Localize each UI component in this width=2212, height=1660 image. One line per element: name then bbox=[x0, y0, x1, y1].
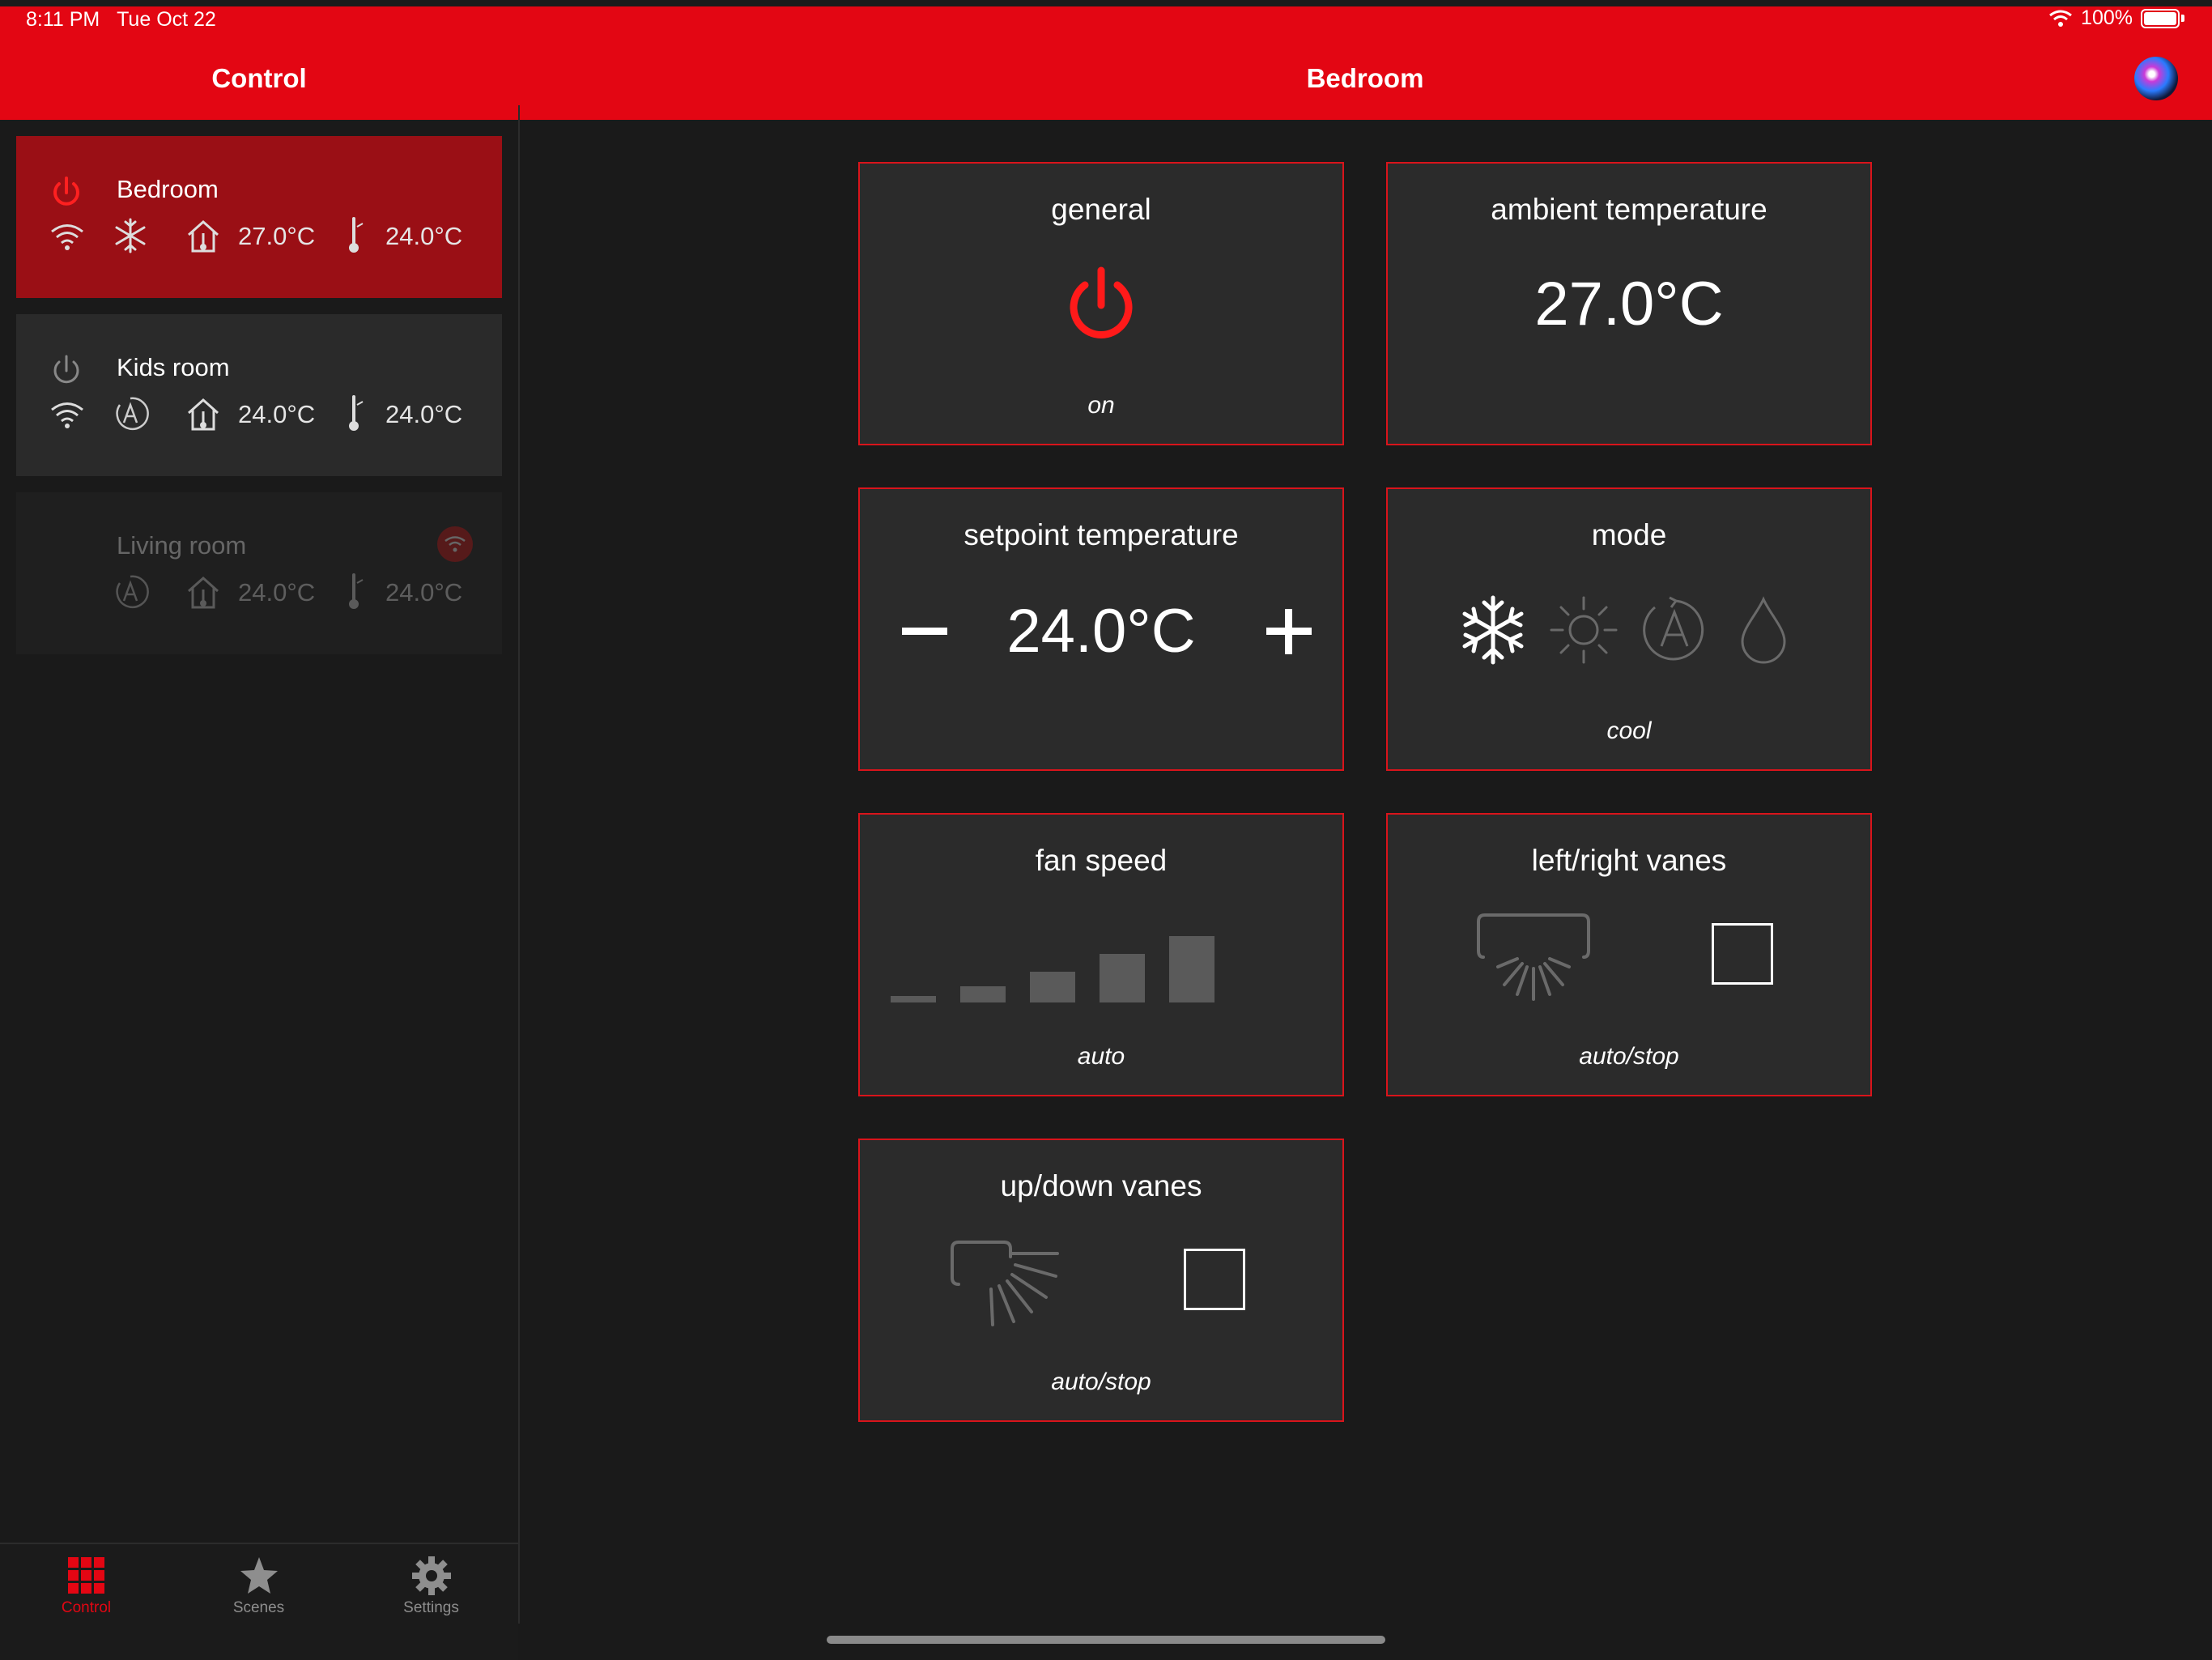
sidebar-title: Control bbox=[211, 63, 307, 93]
up-down-vanes-toggle[interactable] bbox=[1184, 1249, 1245, 1310]
card-general: general on bbox=[858, 162, 1344, 445]
home-indicator[interactable] bbox=[827, 1636, 1385, 1644]
ambient-temperature-value: 27.0°C bbox=[1534, 270, 1724, 338]
room-setpoint-temp: 24.0°C bbox=[385, 578, 463, 607]
tab-control[interactable]: Control bbox=[0, 1556, 172, 1617]
tab-bar: Control Scenes Settings bbox=[0, 1543, 518, 1660]
fan-level-5-bar bbox=[1169, 936, 1214, 1002]
card-left-right-vanes: left/right vanes auto/stop bbox=[1386, 813, 1872, 1096]
mode-caption: cool bbox=[1606, 717, 1652, 744]
power-icon[interactable] bbox=[49, 175, 84, 211]
left-right-vanes-caption: auto/stop bbox=[1579, 1043, 1679, 1070]
gear-icon bbox=[411, 1556, 451, 1595]
fan-level-2-bar bbox=[960, 986, 1006, 1002]
card-up-down-vanes: up/down vanes auto/stop bbox=[858, 1139, 1344, 1422]
room-setpoint-temp: 24.0°C bbox=[385, 222, 463, 250]
status-clock: 8:11 PM bbox=[26, 8, 100, 31]
wifi-icon bbox=[51, 224, 83, 250]
thermometer-icon bbox=[349, 217, 364, 253]
card-title: ambient temperature bbox=[1491, 193, 1767, 226]
increase-setpoint-button[interactable] bbox=[1257, 601, 1321, 666]
room-name: Bedroom bbox=[117, 175, 219, 203]
card-title: fan speed bbox=[1035, 844, 1168, 877]
star-icon bbox=[240, 1557, 278, 1594]
status-date: Tue Oct 22 bbox=[117, 8, 216, 31]
setpoint-temperature-value: 24.0°C bbox=[1006, 597, 1196, 666]
wifi-icon bbox=[2049, 10, 2072, 27]
status-indicators: 100% bbox=[2048, 6, 2184, 30]
room-name: Living room bbox=[117, 531, 247, 560]
siri-icon[interactable] bbox=[2134, 57, 2178, 100]
room-item-kids-room[interactable]: Kids room 24.0°C 24.0°C bbox=[16, 314, 502, 476]
room-status-row: 24.0°C 24.0°C bbox=[49, 572, 502, 612]
fan-speed-selector[interactable] bbox=[889, 928, 1261, 1002]
navigation-bar: 8:11 PM Tue Oct 22 100% Control Bedroom bbox=[0, 0, 2212, 120]
auto-mode-icon bbox=[116, 397, 149, 431]
house-thermometer-icon bbox=[188, 576, 219, 609]
thermometer-icon bbox=[349, 395, 364, 431]
status-time: 8:11 PM Tue Oct 22 bbox=[26, 8, 216, 32]
room-ambient-temp: 24.0°C bbox=[238, 400, 316, 428]
vertical-swing-icon[interactable] bbox=[947, 1237, 1064, 1331]
card-mode: mode cool bbox=[1386, 487, 1872, 771]
mode-auto-icon[interactable] bbox=[1637, 593, 1712, 667]
fan-level-1-bar bbox=[891, 996, 936, 1002]
card-title: left/right vanes bbox=[1531, 844, 1727, 877]
horizontal-swing-icon[interactable] bbox=[1475, 910, 1592, 1004]
battery-percent: 100% bbox=[2081, 6, 2133, 29]
thermometer-icon bbox=[349, 573, 364, 609]
room-ambient-temp: 27.0°C bbox=[238, 222, 316, 250]
room-status-row: 27.0°C 24.0°C bbox=[49, 215, 502, 256]
card-ambient-temperature: ambient temperature 27.0°C bbox=[1386, 162, 1872, 445]
room-name: Kids room bbox=[117, 353, 230, 381]
sidebar-divider bbox=[518, 105, 520, 1624]
page-title: Bedroom bbox=[1306, 63, 1424, 93]
fan-level-3-bar bbox=[1030, 972, 1075, 1002]
sidebar: Bedroom 27.0°C 24.0°C Kids room 24.0°C 2… bbox=[0, 120, 518, 1658]
wifi-icon bbox=[445, 536, 466, 552]
tab-label: Scenes bbox=[232, 1599, 285, 1616]
left-right-vanes-toggle[interactable] bbox=[1712, 923, 1773, 985]
mode-cool-snowflake-icon[interactable] bbox=[1457, 593, 1529, 667]
card-fan-speed: fan speed auto bbox=[858, 813, 1344, 1096]
tab-settings[interactable]: Settings bbox=[345, 1556, 517, 1617]
battery-icon bbox=[2141, 8, 2180, 28]
tab-scenes[interactable]: Scenes bbox=[172, 1556, 345, 1617]
offline-wifi-badge bbox=[437, 526, 473, 562]
wifi-icon bbox=[51, 402, 83, 428]
up-down-vanes-caption: auto/stop bbox=[1051, 1368, 1151, 1395]
auto-mode-icon bbox=[116, 575, 149, 609]
fan-level-4-bar bbox=[1100, 954, 1145, 1002]
card-setpoint-temperature: setpoint temperature 24.0°C bbox=[858, 487, 1344, 771]
power-button-icon[interactable] bbox=[1061, 261, 1142, 350]
card-title: general bbox=[1051, 193, 1151, 226]
card-title: setpoint temperature bbox=[963, 518, 1239, 551]
snowflake-icon bbox=[115, 218, 146, 253]
room-ambient-temp: 24.0°C bbox=[238, 578, 316, 607]
house-thermometer-icon bbox=[188, 219, 219, 253]
card-title: mode bbox=[1591, 518, 1667, 551]
house-thermometer-icon bbox=[188, 398, 219, 431]
grid-icon bbox=[67, 1557, 104, 1594]
status-bar-strip bbox=[0, 0, 2212, 6]
room-item-bedroom[interactable]: Bedroom 27.0°C 24.0°C bbox=[16, 136, 502, 298]
room-item-living-room[interactable]: Living room 24.0°C 24.0°C bbox=[16, 492, 502, 654]
power-state-caption: on bbox=[1087, 392, 1115, 419]
mode-heat-sun-icon[interactable] bbox=[1546, 593, 1621, 667]
decrease-setpoint-button[interactable] bbox=[897, 601, 962, 666]
room-status-row: 24.0°C 24.0°C bbox=[49, 394, 502, 434]
room-setpoint-temp: 24.0°C bbox=[385, 400, 463, 428]
power-icon[interactable] bbox=[49, 353, 84, 389]
card-title: up/down vanes bbox=[1000, 1169, 1202, 1202]
tab-label: Control bbox=[61, 1599, 112, 1616]
mode-dry-drop-icon[interactable] bbox=[1733, 593, 1794, 667]
tab-label: Settings bbox=[403, 1599, 459, 1616]
battery-tip bbox=[2181, 15, 2184, 22]
fan-speed-caption: auto bbox=[1077, 1043, 1125, 1070]
